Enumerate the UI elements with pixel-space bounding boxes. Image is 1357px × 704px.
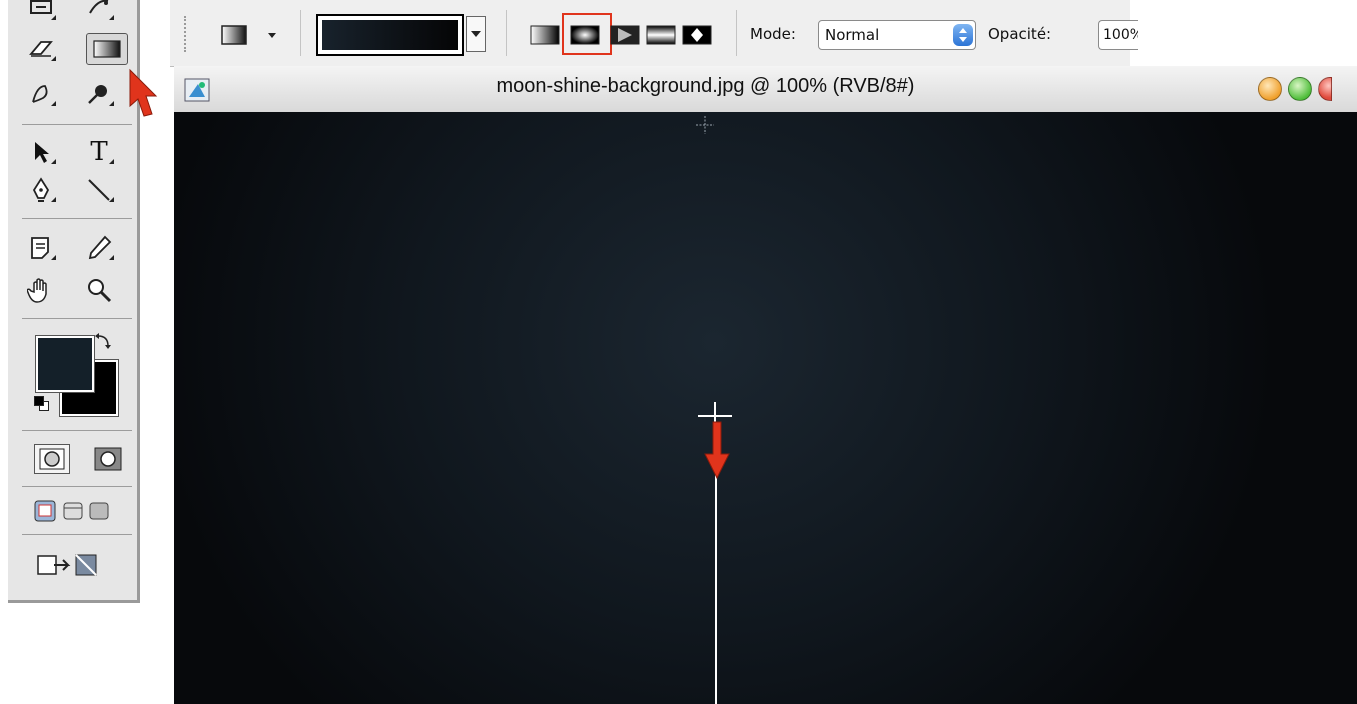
pen-tool[interactable] <box>24 176 58 204</box>
type-icon: T <box>90 137 108 167</box>
tools-divider <box>22 486 132 487</box>
zoom-tool[interactable] <box>82 276 116 304</box>
dodge-tool[interactable] <box>82 80 116 108</box>
full-screen-menu-icon <box>63 502 83 520</box>
path-selection-arrow-icon <box>35 142 49 163</box>
zoom-icon <box>88 279 112 303</box>
full-screen-button[interactable] <box>88 500 110 522</box>
notes-tool[interactable] <box>24 234 58 262</box>
document-title: moon-shine-background.jpg @ 100% (RVB/8#… <box>496 75 915 97</box>
standard-screen-mode-button[interactable] <box>34 500 56 522</box>
diamond-gradient-button[interactable] <box>682 24 712 46</box>
foreground-color-swatch[interactable] <box>35 335 95 393</box>
standard-mode-icon <box>39 448 65 470</box>
hand-icon <box>27 278 47 303</box>
full-screen-icon <box>89 502 109 520</box>
jump-to-imageready-button[interactable] <box>34 550 130 580</box>
opacity-input[interactable]: 100% <box>1098 20 1138 50</box>
tools-divider <box>22 218 132 219</box>
gradient-preview <box>322 20 458 50</box>
screen-mode-icon <box>34 500 56 522</box>
options-divider <box>736 10 737 56</box>
eyedropper-tool[interactable] <box>82 234 116 262</box>
pointer-arrow-icon <box>129 68 158 117</box>
document-window: moon-shine-background.jpg @ 100% (RVB/8#… <box>174 66 1357 704</box>
full-screen-menu-button[interactable] <box>62 500 84 522</box>
linear-gradient-button[interactable] <box>530 24 560 46</box>
standard-mode-button[interactable] <box>34 444 70 474</box>
art-history-brush-tool[interactable] <box>82 0 116 22</box>
quick-mask-button[interactable] <box>90 444 126 474</box>
tools-divider <box>22 534 132 535</box>
document-titlebar[interactable]: moon-shine-background.jpg @ 100% (RVB/8#… <box>174 66 1357 113</box>
gradient-editor-swatch[interactable] <box>316 14 464 56</box>
angle-gradient-button[interactable] <box>610 24 640 46</box>
tools-palette: T <box>8 0 158 603</box>
image-canvas[interactable] <box>174 112 1357 704</box>
opacity-label: Opacité: <box>988 25 1052 43</box>
options-divider <box>300 10 301 56</box>
chevron-down-icon <box>471 31 481 37</box>
drag-direction-arrow-icon <box>704 421 730 480</box>
minimize-button[interactable] <box>1258 77 1282 101</box>
options-bar-gripper[interactable] <box>184 16 187 52</box>
blend-mode-value: Normal <box>825 26 880 44</box>
radial-gradient-button[interactable] <box>570 24 600 46</box>
tools-divider <box>22 430 132 431</box>
tool-preset-icon <box>221 25 276 45</box>
eraser-tool[interactable] <box>24 35 58 63</box>
hand-tool[interactable] <box>24 276 58 304</box>
history-brush-tool[interactable] <box>24 0 58 22</box>
options-divider <box>506 10 507 56</box>
opacity-value: 100% <box>1103 27 1138 43</box>
blend-mode-stepper-icon <box>953 24 973 46</box>
blend-mode-select[interactable]: Normal <box>818 20 976 50</box>
tools-divider <box>22 124 132 125</box>
tool-preset-picker[interactable] <box>220 22 284 48</box>
quick-mask-icon <box>94 447 122 471</box>
imageready-icon <box>37 554 97 576</box>
mode-label: Mode: <box>750 25 796 43</box>
path-selection-tool[interactable] <box>24 138 58 166</box>
default-colors-icon[interactable] <box>34 396 49 411</box>
swap-colors-icon[interactable] <box>94 332 114 352</box>
gradient-tool[interactable] <box>86 33 128 65</box>
gradient-picker-dropdown[interactable] <box>466 16 486 52</box>
reflected-gradient-button[interactable] <box>646 24 676 46</box>
gradient-start-crosshair-icon <box>696 116 714 134</box>
line-tool[interactable] <box>82 176 116 204</box>
tools-divider <box>22 318 132 319</box>
type-tool[interactable]: T <box>82 138 116 166</box>
gradient-icon <box>93 40 121 58</box>
blur-tool[interactable] <box>24 80 58 108</box>
options-bar: Mode: Normal Opacité: 100% <box>170 0 1138 67</box>
zoom-button[interactable] <box>1288 77 1312 101</box>
pen-icon <box>32 177 50 202</box>
